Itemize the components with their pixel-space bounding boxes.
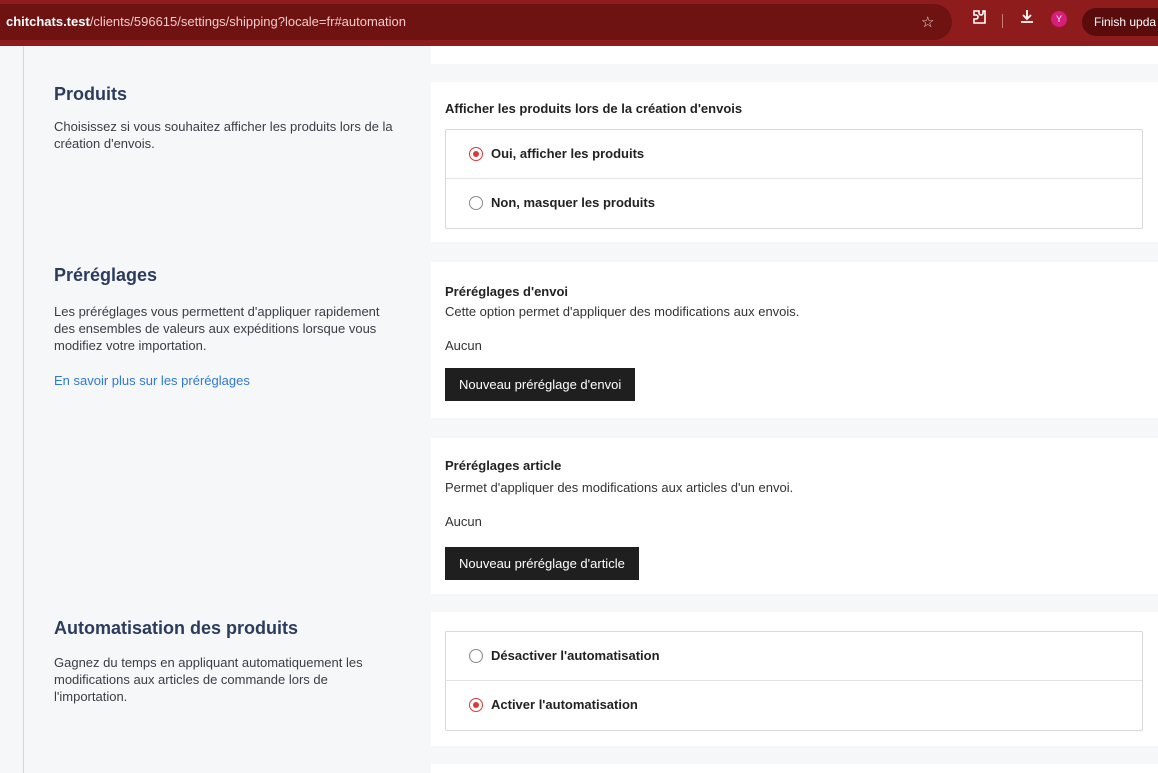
radio-checked-icon[interactable] [469,698,483,712]
card-top-fragment [431,46,1158,64]
toolbar-divider [1002,14,1003,28]
automatisation-title: Automatisation des produits [54,618,299,638]
article-presets-heading: Préréglages article [445,458,562,473]
radio-hide-products[interactable]: Non, masquer les produits [446,179,1142,228]
automatisation-radio-group: Désactiver l'automatisation Activer l'au… [445,631,1143,731]
radio-unchecked-icon[interactable] [469,196,483,210]
preglages-title: Préréglages [54,265,158,285]
radio-checked-icon[interactable] [469,147,483,161]
bookmark-star-icon[interactable]: ☆ [921,13,934,31]
envoi-presets-heading: Préréglages d'envoi [445,284,569,299]
article-presets-description: Permet d'appliquer des modifications aux… [445,480,794,495]
envoi-presets-value: Aucun [445,338,482,353]
url-host: chitchats.test [6,14,90,29]
preglages-learn-more-link[interactable]: En savoir plus sur les préréglages [54,373,250,388]
radio-label: Oui, afficher les produits [491,146,645,161]
url-text[interactable]: chitchats.test/clients/596615/settings/s… [6,14,406,29]
radio-disable-automation[interactable]: Désactiver l'automatisation [446,632,1142,681]
article-presets-card: Préréglages article Permet d'appliquer d… [431,438,1158,594]
extensions-icon[interactable] [968,8,990,28]
radio-show-products[interactable]: Oui, afficher les produits [446,130,1142,179]
produits-radio-group: Oui, afficher les produits Non, masquer … [445,129,1143,229]
produits-card-heading: Afficher les produits lors de la créatio… [445,101,743,116]
profile-avatar[interactable]: Y [1051,11,1067,27]
radio-label: Désactiver l'automatisation [491,648,660,663]
radio-label: Activer l'automatisation [491,697,638,712]
left-rule [23,46,24,773]
produits-title: Produits [54,84,128,104]
card-bottom-fragment [431,764,1158,773]
download-icon[interactable] [1017,7,1037,29]
produits-description: Choisissez si vous souhaitez afficher le… [54,119,393,151]
address-bar[interactable]: chitchats.test/clients/596615/settings/s… [0,4,952,40]
radio-enable-automation[interactable]: Activer l'automatisation [446,681,1142,730]
article-presets-value: Aucun [445,514,482,529]
finish-update-button[interactable]: Finish upda [1082,8,1158,36]
envoi-presets-card: Préréglages d'envoi Cette option permet … [431,262,1158,418]
automatisation-description: Gagnez du temps en appliquant automatiqu… [54,655,363,704]
envoi-presets-description: Cette option permet d'appliquer des modi… [445,304,800,319]
new-article-preset-button[interactable]: Nouveau préréglage d'article [445,547,639,580]
automatisation-card: Désactiver l'automatisation Activer l'au… [431,612,1158,746]
radio-label: Non, masquer les produits [491,195,655,210]
new-envoi-preset-button[interactable]: Nouveau préréglage d'envoi [445,368,636,401]
url-path: /clients/596615/settings/shipping?locale… [89,14,406,29]
radio-unchecked-icon[interactable] [469,649,483,663]
produits-card: Afficher les produits lors de la créatio… [431,82,1158,242]
browser-toolbar: chitchats.test/clients/596615/settings/s… [0,0,1158,46]
preglages-description: Les préréglages vous permettent d'appliq… [54,304,380,353]
